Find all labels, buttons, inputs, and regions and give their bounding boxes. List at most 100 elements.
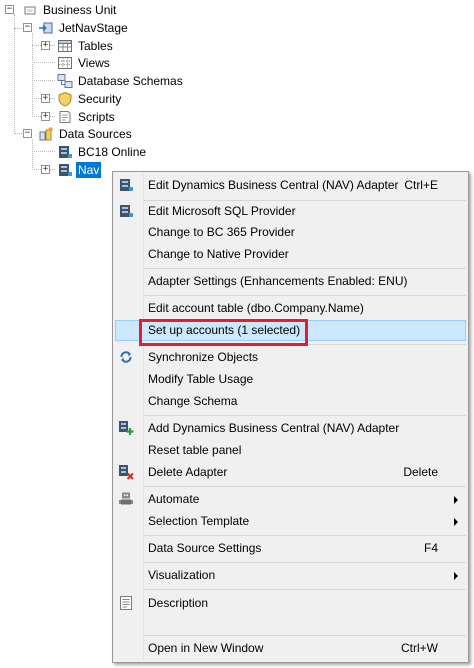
menu-item-change-to-bc365[interactable]: Change to BC 365 Provider (115, 222, 466, 243)
menu-item-label: Data Source Settings (148, 541, 262, 555)
tree-node-database-schemas[interactable]: Database Schemas (57, 72, 185, 90)
menu-item-modify-table-usage[interactable]: Modify Table Usage (115, 369, 466, 390)
robot-icon (118, 491, 134, 507)
tree-node-label: Scripts (78, 110, 115, 124)
menu-item-automate[interactable]: Automate (115, 489, 466, 510)
menu-item-label: Adapter Settings (Enhancements Enabled: … (148, 274, 408, 288)
menu-item-label: Reset table panel (148, 443, 242, 457)
menu-item-shortcut: Delete (403, 465, 438, 479)
collapse-toggle[interactable]: − (23, 23, 32, 32)
collapse-toggle[interactable]: − (23, 129, 32, 138)
menu-separator (144, 535, 466, 536)
context-menu: Edit Dynamics Business Central (NAV) Ada… (112, 171, 469, 663)
tree-node-tables[interactable]: Tables (57, 37, 115, 55)
collapse-toggle[interactable]: − (5, 5, 14, 14)
menu-item-label: Change to Native Provider (148, 247, 289, 261)
tree-node-business-unit[interactable]: Business Unit (22, 1, 118, 19)
menu-item-delete-adapter[interactable]: Delete Adapter Delete (115, 462, 466, 483)
tree-node-label: Database Schemas (78, 74, 183, 88)
menu-item-label: Edit account table (dbo.Company.Name) (148, 301, 364, 315)
highlight-callout (139, 319, 308, 346)
submenu-arrow-icon (454, 518, 458, 526)
table-icon (57, 38, 73, 54)
tree-node-label: BC18 Online (78, 145, 147, 159)
menu-separator (144, 562, 466, 563)
menu-item-label: Modify Table Usage (148, 372, 254, 386)
adapter-icon (118, 177, 134, 193)
tree-node-nav[interactable]: Nav (57, 161, 102, 179)
menu-item-change-to-native[interactable]: Change to Native Provider (115, 244, 466, 265)
business-unit-icon (22, 2, 38, 18)
menu-item-label: Edit Microsoft SQL Provider (148, 204, 296, 218)
tree-line (32, 80, 55, 81)
submenu-arrow-icon (454, 496, 458, 504)
sync-icon (118, 349, 134, 365)
expand-toggle[interactable]: + (41, 94, 50, 103)
menu-separator (144, 415, 466, 416)
menu-separator (144, 295, 466, 296)
tree-line (32, 62, 55, 63)
view-icon (57, 55, 73, 71)
menu-item-selection-template[interactable]: Selection Template (115, 511, 466, 532)
adapter-icon (57, 162, 73, 178)
menu-item-label: Visualization (148, 568, 216, 582)
object-tree: − Business Unit − JetNavStage + Tables V… (0, 0, 474, 200)
menu-item-edit-sql-provider[interactable]: Edit Microsoft SQL Provider (115, 201, 466, 222)
menu-item-open-in-new-window[interactable]: Open in New Window Ctrl+W (115, 638, 466, 659)
tree-node-label: Tables (78, 39, 113, 53)
menu-item-label: Add Dynamics Business Central (NAV) Adap… (148, 421, 400, 435)
data-warehouse-icon (38, 20, 54, 36)
adapter-icon (118, 203, 134, 219)
menu-item-adapter-settings[interactable]: Adapter Settings (Enhancements Enabled: … (115, 271, 466, 292)
submenu-arrow-icon (454, 572, 458, 580)
adapter-icon (57, 144, 73, 160)
expand-toggle[interactable]: + (41, 112, 50, 121)
security-shield-icon (57, 91, 73, 107)
menu-item-edit-nav-adapter[interactable]: Edit Dynamics Business Central (NAV) Ada… (115, 175, 466, 196)
menu-item-description[interactable]: Description (115, 593, 466, 614)
menu-item-shortcut: Ctrl+E (404, 178, 438, 192)
expand-toggle[interactable]: + (41, 165, 50, 174)
menu-item-data-source-settings[interactable]: Data Source Settings F4 (115, 538, 466, 559)
tree-node-label: Nav (76, 162, 102, 178)
menu-item-shortcut: Ctrl+W (401, 641, 438, 655)
tree-node-label: JetNavStage (59, 21, 128, 35)
tree-node-views[interactable]: Views (57, 54, 112, 72)
add-adapter-icon (118, 420, 134, 436)
data-sources-icon (38, 126, 54, 142)
tree-node-label: Data Sources (59, 127, 132, 141)
tree-node-label: Business Unit (43, 3, 117, 17)
menu-item-label: Description (148, 596, 209, 610)
tree-node-bc18-online[interactable]: BC18 Online (57, 143, 148, 161)
menu-item-label: Change Schema (148, 394, 238, 408)
tree-node-security[interactable]: Security (57, 90, 123, 108)
tree-line (32, 151, 55, 152)
tree-node-data-sources[interactable]: Data Sources (38, 125, 134, 143)
menu-item-label: Change to BC 365 Provider (148, 225, 295, 239)
tree-node-label: Views (78, 56, 110, 70)
delete-adapter-icon (118, 464, 134, 480)
expand-toggle[interactable]: + (41, 41, 50, 50)
menu-item-label: Open in New Window (148, 641, 264, 655)
menu-item-label: Selection Template (148, 514, 250, 528)
tree-node-label: Security (78, 92, 122, 106)
database-schema-icon (57, 73, 73, 89)
menu-separator (144, 268, 466, 269)
tree-node-scripts[interactable]: Scripts (57, 108, 117, 126)
menu-item-edit-account-table[interactable]: Edit account table (dbo.Company.Name) (115, 298, 466, 319)
description-icon (118, 595, 134, 611)
menu-item-label: Delete Adapter (148, 465, 228, 479)
menu-item-shortcut: F4 (423, 541, 438, 555)
menu-separator (144, 589, 466, 590)
menu-separator (144, 486, 466, 487)
tree-line (32, 139, 33, 170)
menu-item-reset-table-panel[interactable]: Reset table panel (115, 440, 466, 461)
tree-node-jetnavstage[interactable]: JetNavStage (38, 19, 130, 37)
tree-line (14, 14, 15, 134)
menu-item-synchronize-objects[interactable]: Synchronize Objects (115, 347, 466, 368)
menu-item-visualization[interactable]: Visualization (115, 565, 466, 586)
menu-item-change-schema[interactable]: Change Schema (115, 391, 466, 412)
menu-item-add-nav-adapter[interactable]: Add Dynamics Business Central (NAV) Adap… (115, 418, 466, 439)
menu-item-label: Automate (148, 492, 200, 506)
menu-separator (144, 635, 466, 636)
